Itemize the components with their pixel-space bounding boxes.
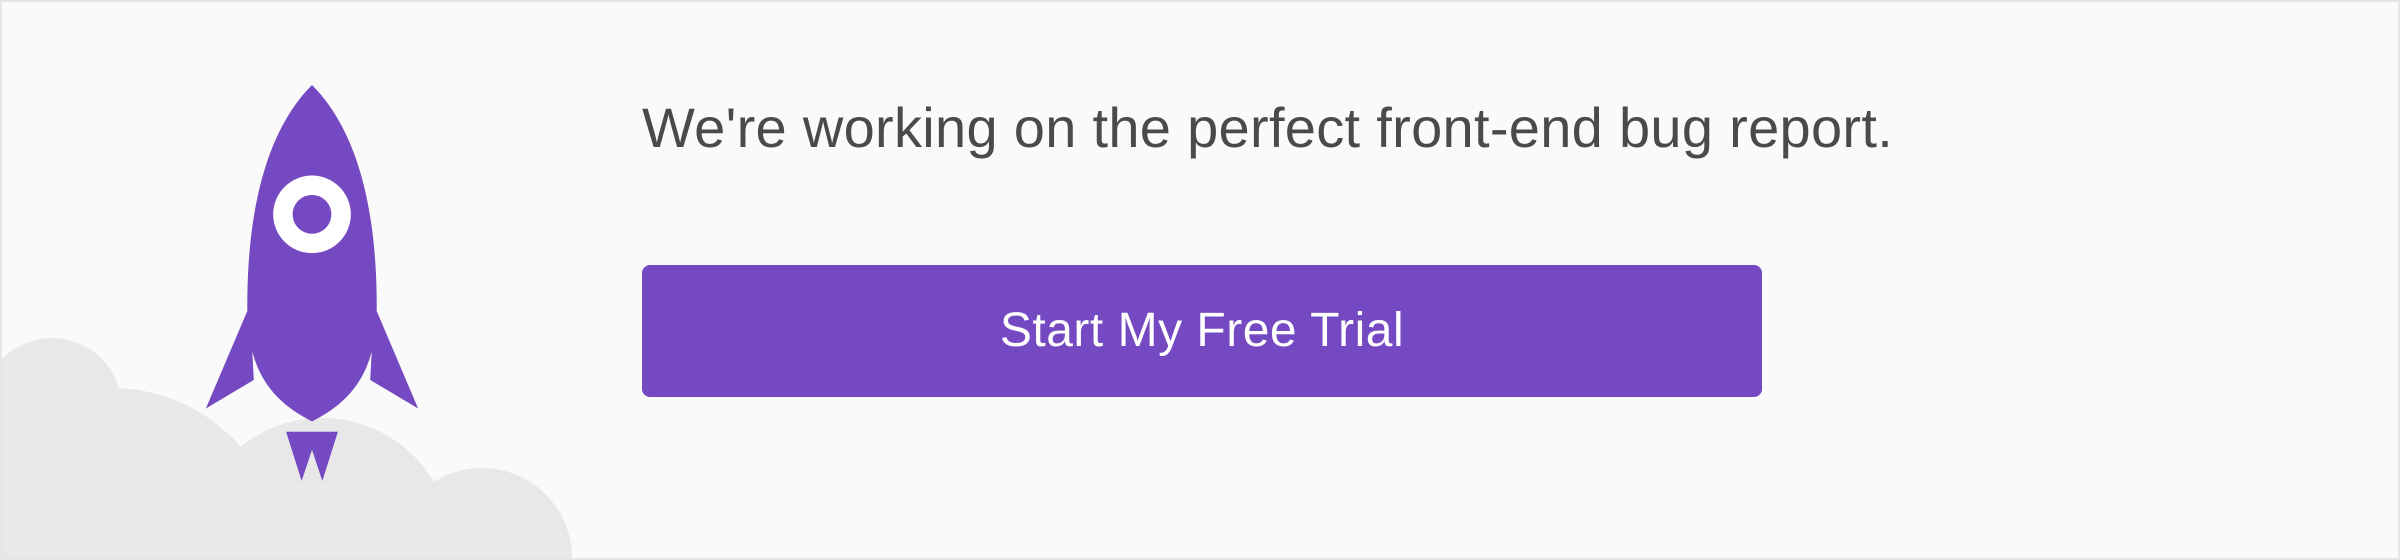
start-free-trial-button[interactable]: Start My Free Trial <box>642 265 1762 397</box>
headline: We're working on the perfect front-end b… <box>642 92 2308 165</box>
rocket-icon <box>182 72 442 512</box>
banner-content: We're working on the perfect front-end b… <box>642 92 2308 397</box>
promo-banner: We're working on the perfect front-end b… <box>0 0 2400 560</box>
